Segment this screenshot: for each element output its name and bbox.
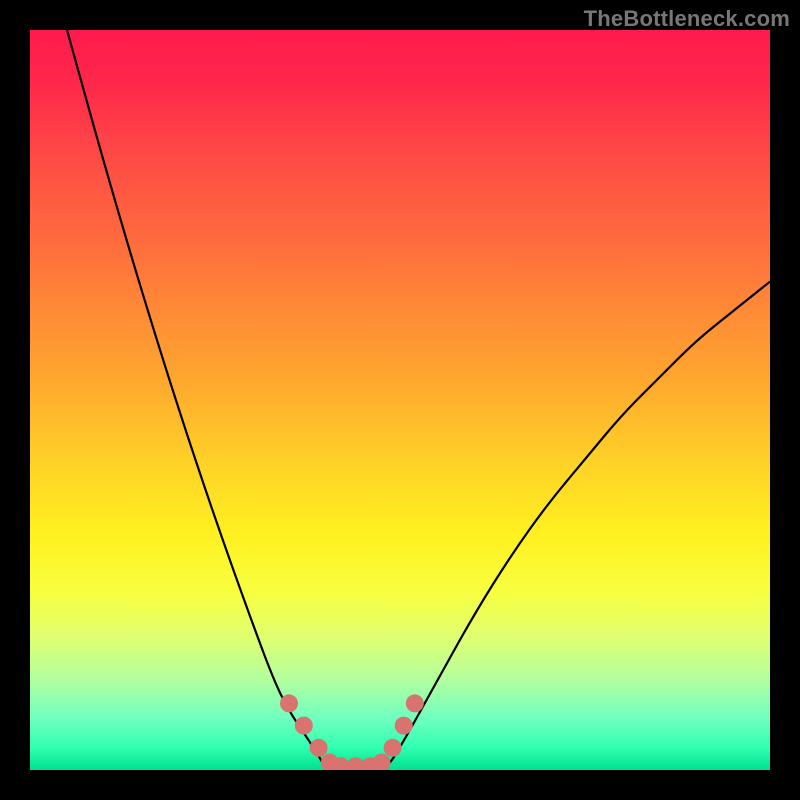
curve-markers: [280, 694, 424, 770]
curve-marker: [373, 754, 391, 770]
plot-area: [30, 30, 770, 770]
bottleneck-curve: [67, 30, 770, 770]
curve-marker: [395, 717, 413, 735]
curve-marker: [310, 739, 328, 757]
curve-marker: [295, 717, 313, 735]
curve-marker: [406, 694, 424, 712]
curve-marker: [280, 694, 298, 712]
curve-layer: [30, 30, 770, 770]
chart-stage: TheBottleneck.com: [0, 0, 800, 800]
curve-marker: [384, 739, 402, 757]
watermark-label: TheBottleneck.com: [584, 6, 790, 32]
